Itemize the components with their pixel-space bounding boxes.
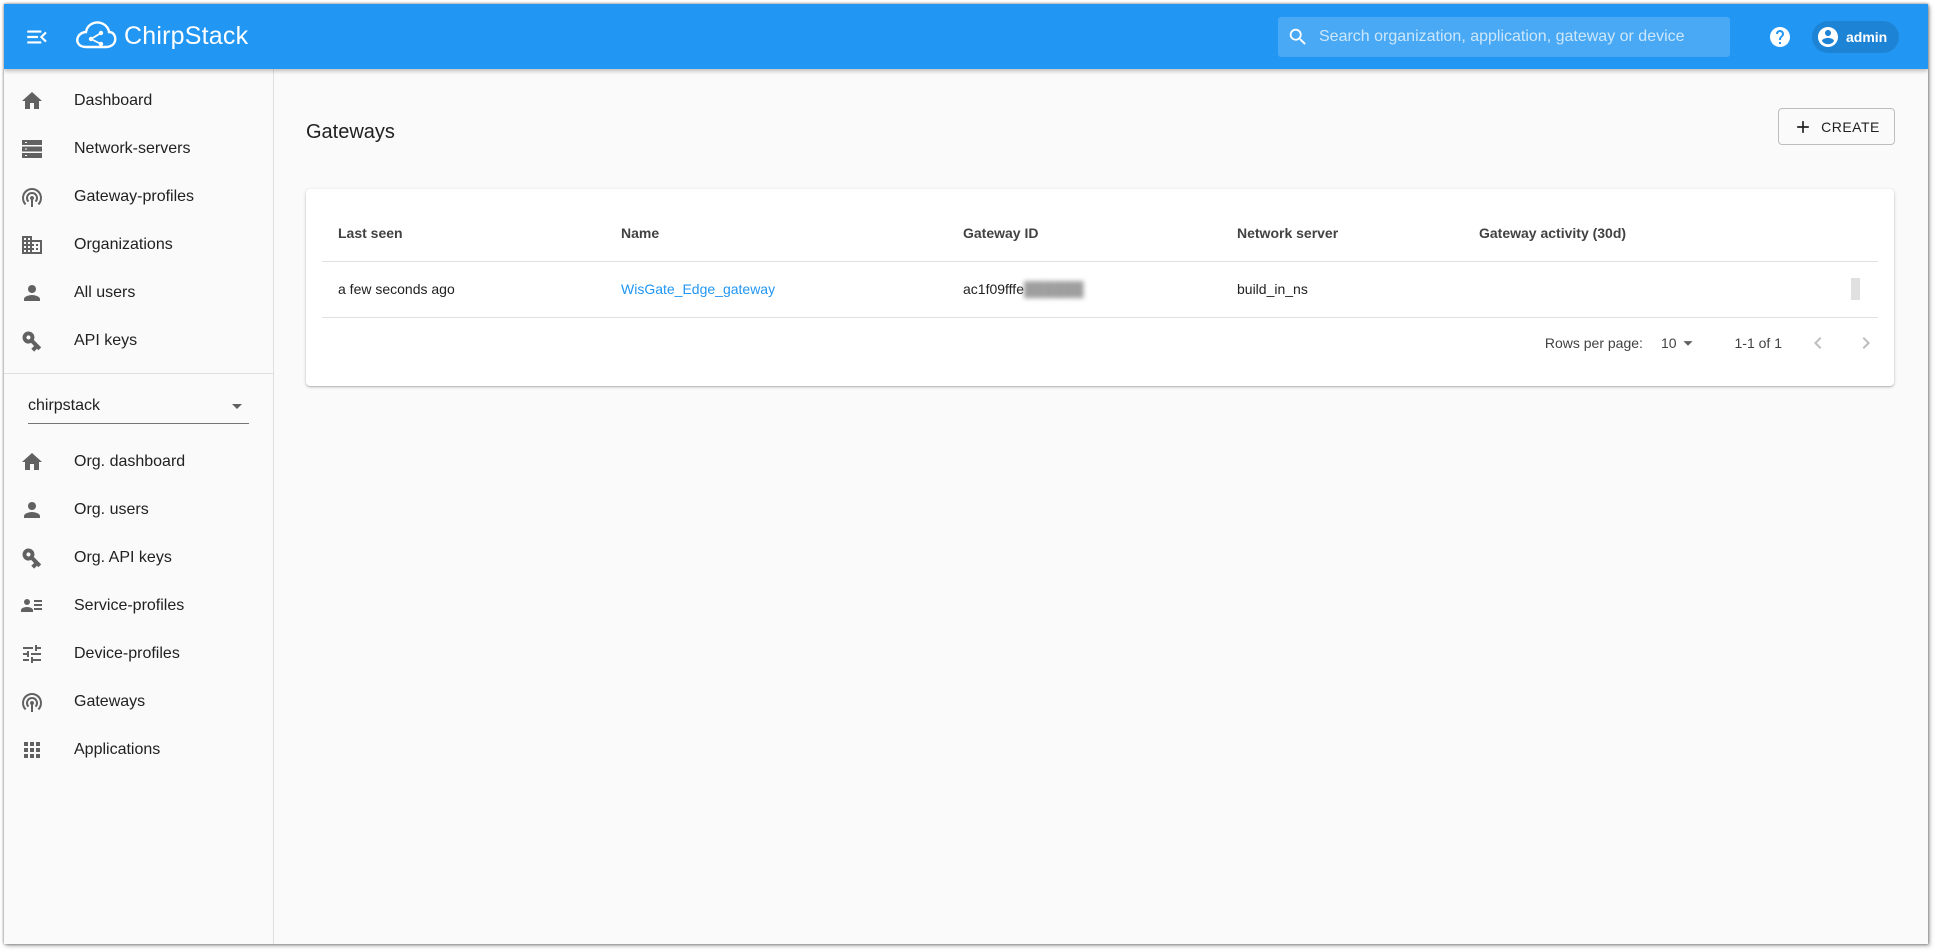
organization-selector-value: chirpstack [28, 396, 101, 414]
table-row[interactable]: a few seconds ago WisGate_Edge_gateway a… [322, 261, 1878, 318]
cell-gateway-id: ac1f09fffe██████ [947, 261, 1221, 318]
sidebar-item-applications[interactable]: Applications [4, 726, 273, 774]
user-name: admin [1846, 29, 1888, 45]
dropdown-arrow-icon [1682, 341, 1693, 346]
table-header-row: Last seen Name Gateway ID Network server… [322, 205, 1878, 262]
gateways-table-card: Last seen Name Gateway ID Network server… [306, 189, 1894, 386]
key-icon [20, 329, 44, 353]
account-details-icon [20, 594, 44, 618]
sidebar-divider [4, 373, 273, 374]
organization-selector[interactable]: chirpstack [28, 388, 249, 424]
column-header-last-seen: Last seen [322, 205, 605, 262]
column-header-gateway-activity: Gateway activity (30d) [1463, 205, 1878, 262]
table-pagination: Rows per page: 10 1-1 of 1 [1545, 317, 1878, 369]
admin-nav: Dashboard Network-servers Gateway-profil… [4, 69, 273, 365]
help-icon[interactable] [1768, 25, 1792, 49]
top-app-bar: ChirpStack admin [4, 4, 1928, 69]
menu-collapse-icon[interactable] [24, 24, 50, 50]
account-circle-icon [1818, 27, 1838, 47]
tune-icon [20, 642, 44, 666]
main-content: Gateways CREATE Last seen Name Gateway I… [274, 69, 1928, 944]
sidebar-item-api-keys[interactable]: API keys [4, 317, 273, 365]
sidebar-item-dashboard[interactable]: Dashboard [4, 77, 273, 125]
apps-icon [20, 738, 44, 762]
sidebar-item-network-servers[interactable]: Network-servers [4, 125, 273, 173]
sidebar-item-all-users[interactable]: All users [4, 269, 273, 317]
person-icon [20, 498, 44, 522]
create-button-label: CREATE [1821, 118, 1880, 135]
column-header-network-server: Network server [1221, 205, 1463, 262]
sidebar-item-label: Applications [74, 741, 161, 758]
router-icon [20, 185, 44, 209]
sidebar-item-service-profiles[interactable]: Service-profiles [4, 582, 273, 630]
sidebar-item-label: All users [74, 284, 136, 301]
column-header-gateway-id: Gateway ID [947, 205, 1221, 262]
sidebar-item-label: Device-profiles [74, 645, 180, 662]
rows-per-page-select[interactable]: 10 [1661, 332, 1699, 354]
app-title: ChirpStack [124, 21, 249, 50]
rows-per-page-value: 10 [1660, 335, 1677, 351]
global-search[interactable] [1278, 17, 1730, 57]
cell-last-seen: a few seconds ago [322, 261, 605, 318]
sidebar-item-device-profiles[interactable]: Device-profiles [4, 630, 273, 678]
column-header-name: Name [605, 205, 947, 262]
home-icon [20, 450, 44, 474]
server-icon [20, 137, 44, 161]
previous-page-icon[interactable] [1806, 331, 1830, 355]
key-icon [20, 546, 44, 570]
sidebar-item-gateway-profiles[interactable]: Gateway-profiles [4, 173, 273, 221]
gateway-id-visible: ac1f09fffe [963, 281, 1024, 297]
gateways-table: Last seen Name Gateway ID Network server… [322, 205, 1878, 318]
sidebar-item-label: Dashboard [74, 92, 153, 109]
app-logo[interactable]: ChirpStack [74, 16, 248, 56]
sidebar-item-org-dashboard[interactable]: Org. dashboard [4, 438, 273, 486]
person-icon [20, 281, 44, 305]
sidebar-item-organizations[interactable]: Organizations [4, 221, 273, 269]
create-gateway-button[interactable]: CREATE [1778, 108, 1895, 145]
building-icon [20, 233, 44, 257]
sidebar-item-label: Gateways [74, 693, 146, 710]
sidebar-item-label: Organizations [74, 236, 173, 253]
sidebar-item-gateways[interactable]: Gateways [4, 678, 273, 726]
sidebar-item-label: Org. users [74, 501, 149, 518]
sidebar-item-label: Org. dashboard [74, 453, 186, 470]
page-title: Gateways [306, 121, 395, 143]
cell-gateway-activity [1463, 261, 1878, 318]
gateway-id-redacted: ██████ [1023, 281, 1084, 297]
pagination-range: 1-1 of 1 [1734, 335, 1782, 351]
app-window: ChirpStack admin Dashboard Network-serve… [4, 4, 1928, 944]
search-icon [1289, 28, 1306, 45]
chirpstack-logo-icon [76, 21, 117, 49]
search-input[interactable] [1317, 27, 1717, 47]
sidebar-item-org-users[interactable]: Org. users [4, 486, 273, 534]
activity-sparkline [1851, 278, 1860, 300]
plus-icon [1797, 120, 1809, 133]
gateway-name-link[interactable]: WisGate_Edge_gateway [605, 261, 947, 318]
sidebar-item-label: Org. API keys [74, 549, 172, 566]
user-menu-button[interactable]: admin [1812, 21, 1900, 53]
cell-network-server: build_in_ns [1221, 261, 1463, 318]
sidebar: Dashboard Network-servers Gateway-profil… [4, 69, 274, 944]
sidebar-item-label: API keys [74, 332, 138, 349]
sidebar-item-label: Service-profiles [74, 597, 185, 614]
sidebar-item-label: Network-servers [74, 140, 191, 157]
dropdown-arrow-icon [232, 403, 242, 409]
sidebar-item-label: Gateway-profiles [74, 188, 195, 205]
sidebar-item-org-api-keys[interactable]: Org. API keys [4, 534, 273, 582]
rows-per-page-label: Rows per page: [1544, 335, 1643, 351]
home-icon [20, 89, 44, 113]
next-page-icon[interactable] [1854, 331, 1878, 355]
router-icon [20, 690, 44, 714]
org-nav: Org. dashboard Org. users Org. API keys … [4, 424, 273, 774]
